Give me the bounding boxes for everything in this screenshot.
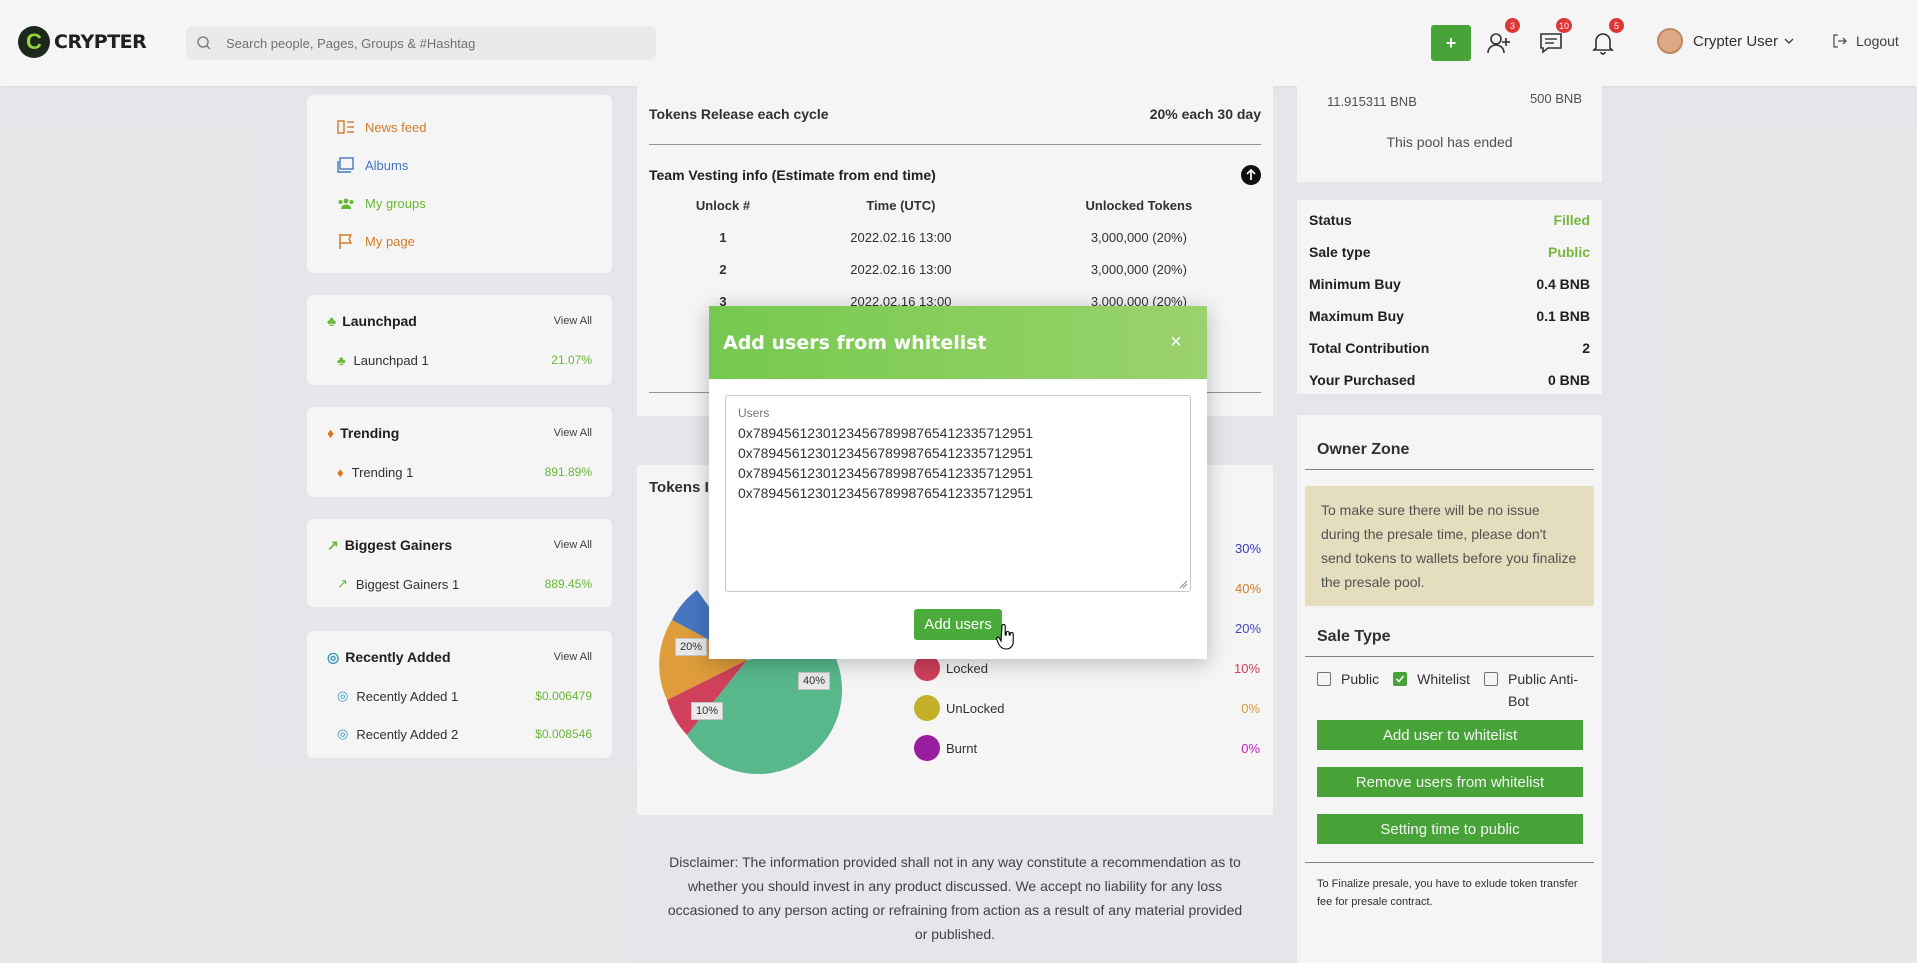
modal-title: Add users from whitelist — [723, 331, 987, 354]
hand-cursor-icon — [996, 624, 1014, 650]
resize-handle-icon[interactable] — [1178, 579, 1188, 589]
users-textarea[interactable]: Users 0x78945612301234567899876541233571… — [725, 395, 1191, 592]
users-field-label: Users — [738, 406, 770, 420]
users-textarea-value: 0x789456123012345678998765412335712951 0… — [738, 425, 1034, 501]
close-button[interactable]: × — [1159, 325, 1193, 360]
modal-header: Add users from whitelist × — [709, 306, 1207, 379]
whitelist-modal: Add users from whitelist × Users 0x78945… — [709, 306, 1207, 659]
add-users-button[interactable]: Add users — [914, 609, 1002, 640]
